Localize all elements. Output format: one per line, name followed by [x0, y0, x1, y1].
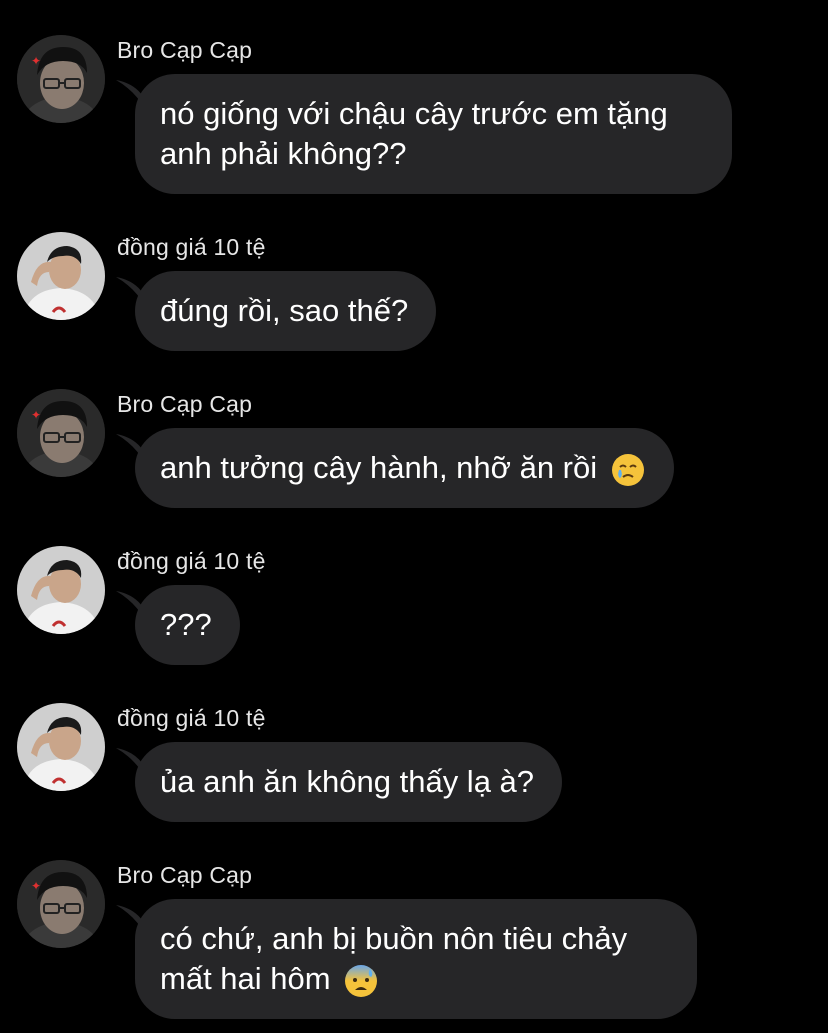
message-bubble[interactable]: anh tưởng cây hành, nhỡ ăn rồi: [135, 428, 674, 508]
message-text: ủa anh ăn không thấy lạ à?: [160, 764, 535, 799]
face-holding-back-tears-emoji: [610, 452, 646, 488]
avatar-glasses[interactable]: ✦: [17, 389, 105, 477]
sender-name: đồng giá 10 tệ: [117, 705, 266, 731]
message-text: anh phải không??: [160, 136, 407, 171]
sender-name: Bro Cạp Cạp: [117, 391, 253, 417]
avatar-glasses[interactable]: ✦: [17, 860, 105, 948]
message-text: đúng rồi, sao thế?: [160, 293, 409, 328]
avatar-glasses[interactable]: ✦: [17, 35, 105, 123]
sender-name: đồng giá 10 tệ: [117, 234, 266, 260]
sender-name: Bro Cạp Cạp: [117, 37, 253, 63]
sender-name: đồng giá 10 tệ: [117, 548, 266, 574]
avatar-white-shirt[interactable]: [17, 232, 105, 320]
message-text: mất hai hôm: [160, 961, 331, 996]
message-bubble[interactable]: nó giống với chậu cây trước em tặng anh …: [135, 74, 732, 194]
message-bubble[interactable]: ủa anh ăn không thấy lạ à?: [135, 742, 563, 822]
message-text: anh tưởng cây hành, nhỡ ăn rồi: [160, 450, 598, 485]
message-text: nó giống với chậu cây trước em tặng: [160, 96, 668, 131]
svg-text:✦: ✦: [31, 54, 41, 68]
sender-name: Bro Cạp Cạp: [117, 862, 253, 888]
message-text: ???: [160, 607, 212, 642]
message-bubble[interactable]: đúng rồi, sao thế?: [135, 271, 437, 351]
message-bubble[interactable]: có chứ, anh bị buồn nôn tiêu chảy mất ha…: [135, 899, 697, 1019]
avatar-white-shirt[interactable]: [17, 546, 105, 634]
message-bubble[interactable]: ???: [135, 585, 240, 665]
svg-text:✦: ✦: [31, 408, 41, 422]
message-text: có chứ, anh bị buồn nôn tiêu chảy: [160, 921, 628, 956]
anxious-face-with-sweat-emoji: [343, 963, 379, 999]
avatar-white-shirt[interactable]: [17, 703, 105, 791]
svg-text:✦: ✦: [31, 879, 41, 893]
